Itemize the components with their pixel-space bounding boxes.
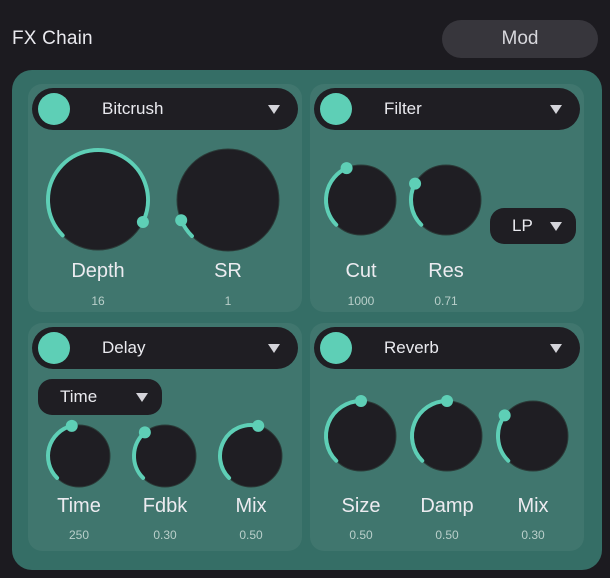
chevron-down-icon[interactable] bbox=[268, 105, 280, 114]
chevron-down-icon bbox=[136, 393, 148, 402]
depth-knob[interactable] bbox=[46, 148, 156, 258]
res-label: Res bbox=[428, 260, 464, 282]
mod-button[interactable]: Mod bbox=[442, 20, 598, 58]
knob-handle bbox=[441, 395, 453, 407]
chevron-down-icon[interactable] bbox=[268, 344, 280, 353]
knob-graphic bbox=[132, 424, 197, 488]
sr-label: SR bbox=[214, 260, 242, 282]
bitcrush-enable-toggle[interactable] bbox=[38, 93, 70, 125]
sr-value: 1 bbox=[224, 294, 232, 308]
delay-effect-label: Delay bbox=[102, 338, 146, 357]
delay-mode-dropdown[interactable]: Time bbox=[38, 379, 162, 415]
knob-graphic bbox=[46, 148, 150, 251]
reverb-header[interactable]: Reverb bbox=[314, 327, 580, 369]
reverb-enable-toggle[interactable] bbox=[320, 332, 352, 364]
chevron-down-icon[interactable] bbox=[550, 105, 562, 114]
filter-header[interactable]: Filter bbox=[314, 88, 580, 130]
sr-knob[interactable] bbox=[175, 148, 287, 259]
filter-panel: Filter Cut 1000 Res 0.71 LP bbox=[310, 84, 584, 312]
knob-graphic bbox=[496, 400, 569, 472]
time-knob[interactable] bbox=[46, 419, 118, 495]
damp-knob[interactable] bbox=[410, 395, 490, 479]
reverb-effect-label: Reverb bbox=[384, 338, 439, 357]
delay-enable-toggle[interactable] bbox=[38, 332, 70, 364]
knob-graphic bbox=[324, 395, 397, 472]
depth-label: Depth bbox=[71, 260, 125, 282]
knob-handle bbox=[65, 419, 78, 432]
knob-handle bbox=[175, 214, 188, 227]
filter-enable-toggle[interactable] bbox=[320, 93, 352, 125]
chevron-down-icon[interactable] bbox=[550, 344, 562, 353]
reverb-panel: Reverb Size 0.50 Damp 0.50 Mix 0.30 bbox=[310, 323, 584, 551]
knob-handle bbox=[136, 215, 149, 228]
size-knob[interactable] bbox=[324, 395, 404, 479]
feedback-knob[interactable] bbox=[132, 424, 204, 495]
filter-type-value: LP bbox=[512, 216, 533, 235]
knob-graphic bbox=[410, 395, 483, 472]
bitcrush-panel: Bitcrush Depth 16 SR 1 bbox=[28, 84, 302, 312]
reverb-mix-value: 0.30 bbox=[521, 528, 545, 542]
delay-panel: Delay Time Time 250 Fdbk 0.30 Mix 0.50 bbox=[28, 323, 302, 551]
delay-mix-knob[interactable] bbox=[218, 419, 290, 495]
res-value: 0.71 bbox=[434, 294, 458, 308]
filter-type-dropdown[interactable]: LP bbox=[490, 208, 576, 244]
knob-graphic bbox=[175, 148, 280, 252]
reverb-mix-knob[interactable] bbox=[496, 400, 576, 479]
knob-handle bbox=[252, 419, 265, 432]
delay-mix-value: 0.50 bbox=[239, 528, 263, 542]
bitcrush-header[interactable]: Bitcrush bbox=[32, 88, 298, 130]
delay-mix-label: Mix bbox=[235, 495, 267, 517]
bitcrush-effect-label: Bitcrush bbox=[102, 99, 164, 118]
res-knob[interactable] bbox=[409, 164, 489, 243]
delay-mode-value: Time bbox=[60, 387, 98, 406]
cut-knob[interactable] bbox=[324, 162, 404, 243]
knob-graphic bbox=[324, 162, 397, 236]
fx-chain-container: Bitcrush Depth 16 SR 1 Filter Cut 1000 R… bbox=[12, 70, 602, 570]
knob-handle bbox=[355, 395, 367, 407]
filter-effect-label: Filter bbox=[384, 99, 422, 118]
knob-handle bbox=[138, 426, 151, 439]
knob-graphic bbox=[46, 419, 111, 488]
knob-graphic bbox=[218, 419, 283, 488]
reverb-mix-label: Mix bbox=[517, 495, 549, 517]
chevron-down-icon bbox=[550, 222, 562, 231]
knob-handle bbox=[409, 177, 422, 190]
knob-graphic bbox=[409, 164, 482, 236]
depth-value: 16 bbox=[91, 294, 105, 308]
delay-header[interactable]: Delay bbox=[32, 327, 298, 369]
app-title: FX Chain bbox=[12, 28, 93, 49]
knob-handle bbox=[340, 162, 353, 175]
knob-handle bbox=[498, 409, 511, 422]
